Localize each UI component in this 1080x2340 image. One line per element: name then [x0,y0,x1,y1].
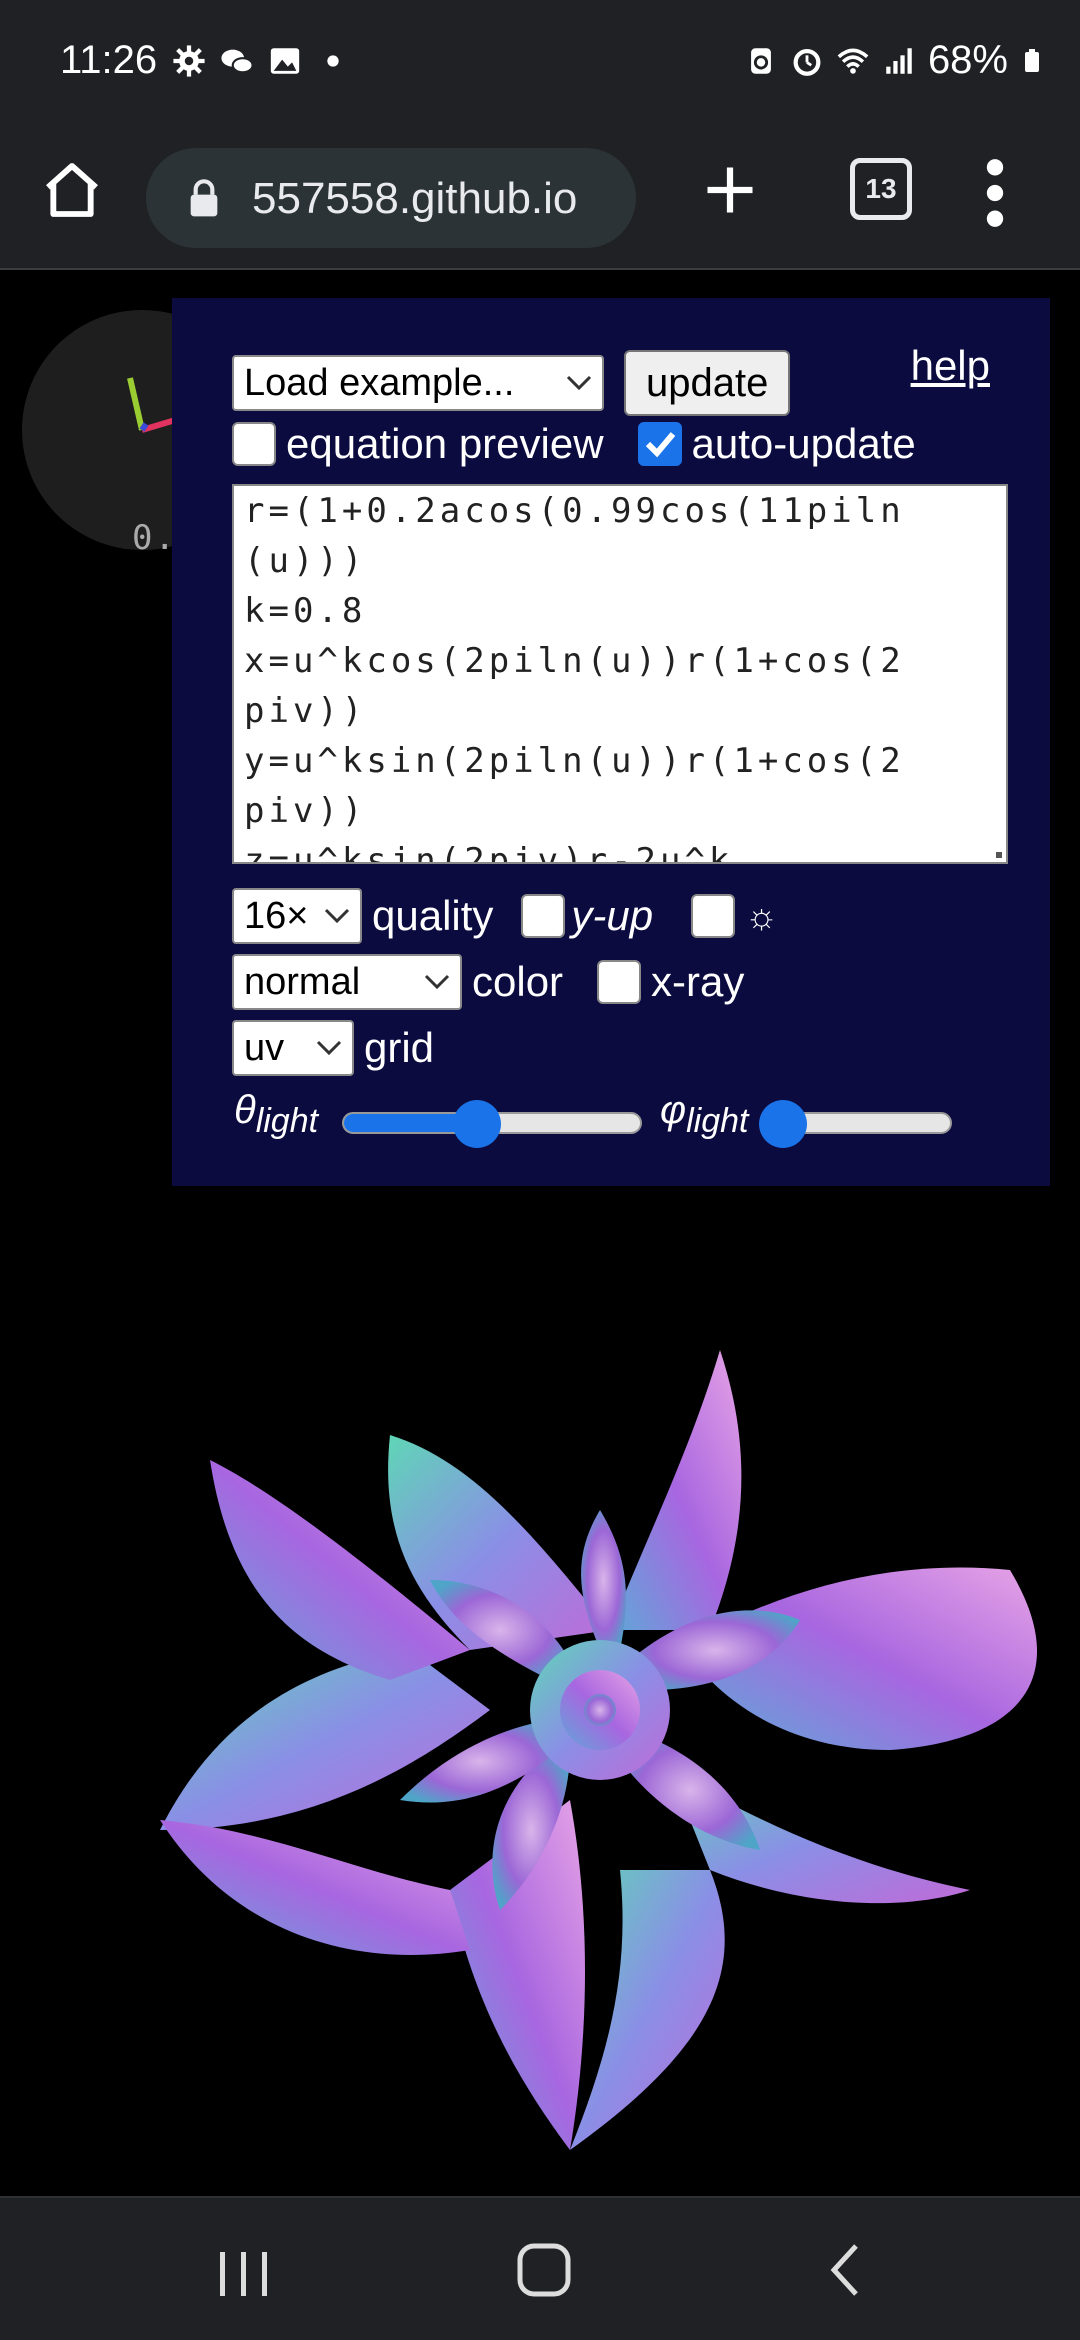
code-line: z=u^ksin(2piv)r-2u^k [244,841,734,864]
code-line: k=0.8 [244,591,367,631]
screen: { "status_bar": { "time": "11:26", "batt… [0,0,1080,2340]
equation-editor[interactable]: r=(1+0.2acos(0.99cos(11piln (u))) k=0.8 … [232,484,1008,864]
code-line: (u))) [244,541,367,581]
grid-label: grid [364,1024,435,1071]
quality-label: quality [372,892,494,939]
code-line: piv)) [244,691,367,731]
y-up-checkbox[interactable] [521,894,566,938]
code-line: piv)) [244,791,367,831]
theta-light-slider[interactable] [342,1100,642,1148]
theta-light-subscript: light [255,1102,319,1140]
help-link[interactable]: help [911,342,990,390]
chevron-down-icon [566,375,592,391]
chevron-down-icon [324,908,350,924]
battery-icon [1025,48,1039,72]
code-line: x=u^kcos(2piln(u))r(1+cos(2 [244,641,905,681]
control-panel: Load example... update help equation pre… [172,298,1050,1186]
alarm-icon [793,48,821,76]
battery-percent: 68% [927,38,1008,82]
code-line: r=(1+0.2acos(0.99cos(11piln [244,491,905,531]
gear-icon [173,45,205,77]
dot-icon [327,55,339,67]
x-ray-label: x-ray [651,958,745,1005]
preview-row: equation preview auto-update [232,420,916,468]
new-tab-icon[interactable] [700,160,760,220]
resize-handle[interactable] [996,852,1002,858]
x-ray-checkbox[interactable] [597,960,642,1004]
chevron-down-icon [316,1040,342,1056]
quality-select[interactable]: 16× [232,888,362,944]
theta-light-slider-thumb[interactable] [453,1100,502,1148]
example-select[interactable]: Load example... [232,355,604,411]
phi-light-subscript: light [686,1102,749,1140]
grid-row: uv grid [232,1020,434,1076]
auto-update-label: auto-update [691,420,916,467]
phi-light-slider[interactable] [758,1100,952,1148]
example-select-value: Load example... [244,361,515,404]
color-select[interactable]: normal [232,954,462,1010]
example-row: Load example... update [232,350,791,416]
grid-select[interactable]: uv [232,1020,354,1076]
home-nav-icon[interactable] [516,2242,572,2298]
sun-icon: ☼ [745,895,779,936]
update-button[interactable]: update [624,350,791,416]
light-checkbox[interactable] [691,894,736,938]
chat-icon [221,49,254,74]
url-text: 557558.github.io [252,174,578,223]
status-time: 11:26 [60,38,158,82]
color-row: normal color x-ray [232,954,744,1010]
theta-symbol: θ [234,1088,256,1132]
system-nav-bar [0,2196,1080,2340]
quality-row: 16× quality y-up ☼ [232,888,778,944]
color-select-value: normal [244,960,361,1003]
grid-select-value: uv [244,1026,285,1069]
address-bar[interactable]: 557558.github.io [146,148,636,248]
back-icon[interactable] [826,2242,866,2298]
sync-icon [751,47,771,74]
recent-apps-icon[interactable] [216,2246,272,2302]
status-bar: 11:26 68% [0,0,1080,128]
home-icon[interactable] [40,158,104,222]
checkmark-icon [645,432,675,458]
status-right: 68% [744,38,1044,83]
quality-select-value: 16× [244,894,309,937]
code-line: y=u^ksin(2piln(u))r(1+cos(2 [244,741,905,781]
browser-toolbar: 557558.github.io 13 [0,128,1080,270]
wifi-icon [837,48,869,74]
lock-icon [190,179,218,217]
surface-render-canvas[interactable] [150,1350,1070,2150]
phi-symbol: φ [660,1088,687,1132]
phi-light-slider-thumb[interactable] [758,1100,807,1148]
gallery-icon [270,48,300,74]
signal-icon [886,47,912,74]
more-menu-icon[interactable] [980,158,1010,228]
tab-switcher-button[interactable]: 13 [850,158,912,220]
flower-surface [160,1350,1037,2150]
auto-update-checkbox[interactable] [637,422,682,466]
status-notification-icons [172,44,350,78]
equation-preview-checkbox[interactable] [232,422,276,466]
theta-light-label: θlight [234,1088,318,1141]
color-label: color [472,958,564,1005]
equation-preview-label: equation preview [286,420,604,467]
chevron-down-icon [424,974,450,990]
phi-light-label: φlight [660,1088,748,1141]
y-up-label: y-up [571,892,654,939]
web-page: 0.2 Load example... update help equation… [0,270,1080,2195]
